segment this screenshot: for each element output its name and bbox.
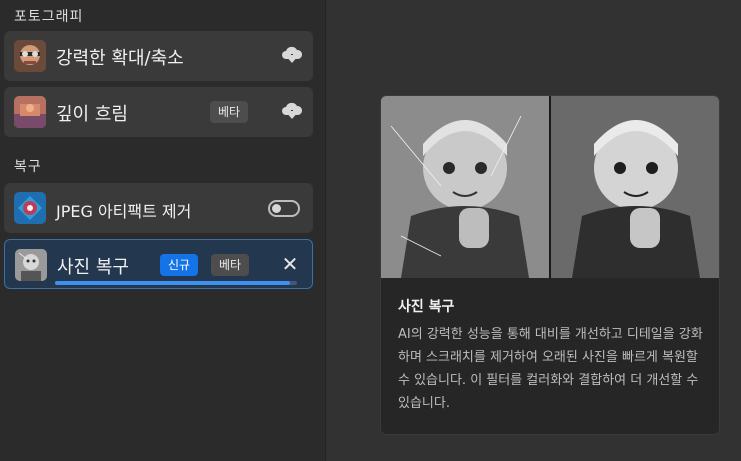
section-title-photography: 포토그래피	[14, 9, 84, 25]
toggle-knob	[272, 204, 281, 213]
filter-photo-restoration[interactable]: 사진 복구 신규 베타 ✕	[4, 239, 313, 289]
cloud-download-icon[interactable]	[281, 102, 303, 122]
info-title: 사진 복구	[398, 299, 455, 315]
new-badge: 신규	[160, 254, 199, 276]
filter-jpeg-artifact-removal[interactable]: JPEG 아티팩트 제거	[4, 183, 313, 233]
filter-super-zoom[interactable]: 강력한 확대/축소	[4, 31, 313, 81]
info-description: AI의 강력한 성능을 통해 대비를 개선하고 디테일을 강화하며 스크래치를 …	[398, 327, 703, 411]
download-progress-bar	[55, 281, 297, 285]
before-after-preview	[381, 96, 719, 278]
jpeg-artifact-thumbnail	[14, 192, 46, 224]
photo-restoration-thumbnail	[15, 249, 47, 281]
depth-blur-thumbnail	[14, 96, 46, 128]
jpeg-artifact-toggle[interactable]	[268, 200, 300, 217]
filters-panel: 포토그래피 강력한 확대/축소 깊이 흐림 베타 복구 JPEG 아티팩트 제거…	[0, 0, 326, 461]
super-zoom-label: 강력한 확대/축소	[56, 48, 184, 69]
filter-depth-blur[interactable]: 깊이 흐림 베타	[4, 87, 313, 137]
close-icon[interactable]: ✕	[280, 254, 300, 274]
beta-badge: 베타	[210, 101, 249, 123]
beta-badge: 베타	[211, 254, 250, 276]
jpeg-artifact-label: JPEG 아티팩트 제거	[56, 202, 192, 221]
progress-fill	[55, 281, 290, 285]
section-title-restoration: 복구	[14, 159, 42, 175]
photo-restoration-label: 사진 복구	[57, 257, 129, 278]
super-zoom-thumbnail	[14, 40, 46, 72]
filter-info-card: 사진 복구 AI의 강력한 성능을 통해 대비를 개선하고 디테일을 강화하며 …	[380, 95, 720, 435]
cloud-download-icon[interactable]	[281, 46, 303, 66]
depth-blur-label: 깊이 흐림	[56, 104, 128, 125]
